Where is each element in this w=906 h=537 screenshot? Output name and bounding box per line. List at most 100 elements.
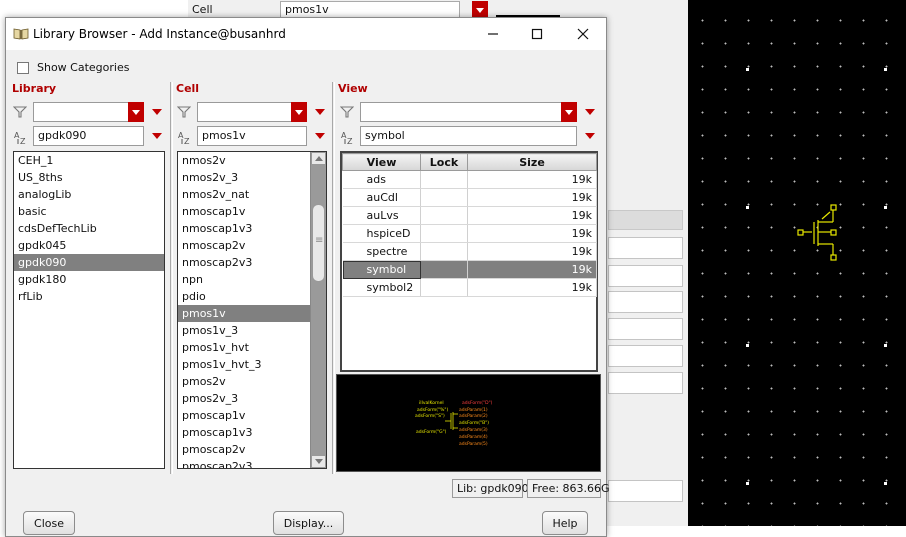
grid-major-dot	[746, 482, 749, 485]
cell-list-item[interactable]: nmoscap1v3	[178, 220, 311, 237]
library-list-item[interactable]: rfLib	[14, 288, 164, 305]
view-filter-combo[interactable]	[360, 102, 577, 122]
library-list-item[interactable]: gpdk180	[14, 271, 164, 288]
cell-list-container[interactable]: nmos2v nmos2v_3 nmos2v_nat nmoscap1v nmoscap…	[177, 151, 327, 469]
cell-list[interactable]: nmos2v nmos2v_3 nmos2v_nat nmoscap1v nmoscap…	[178, 152, 311, 468]
cell-label: Cell	[192, 3, 213, 16]
view-table-row[interactable]: ads 19k	[342, 170, 597, 189]
view-name-field[interactable]: symbol	[360, 126, 577, 146]
library-list-item[interactable]: analogLib	[14, 186, 164, 203]
view-table-row[interactable]: spectre 19k	[342, 242, 597, 261]
cell-name-menu-arrow[interactable]	[315, 133, 325, 139]
minimize-button[interactable]	[482, 24, 504, 44]
form-header-strip	[608, 210, 683, 230]
sort-icon: A Z	[14, 131, 26, 145]
column-separator	[170, 82, 173, 474]
cell-list-item[interactable]: pmos2v_3	[178, 390, 311, 407]
cell-list-item[interactable]: pdio	[178, 288, 311, 305]
form-field[interactable]	[608, 237, 683, 259]
show-categories-row[interactable]: Show Categories	[17, 61, 129, 74]
form-field[interactable]	[608, 345, 683, 367]
cell-filter-dropdown-button[interactable]	[291, 102, 307, 122]
cell-list-item[interactable]: pmos1v_hvt	[178, 339, 311, 356]
filter-icon	[177, 106, 191, 118]
cell-filter-combo[interactable]	[197, 102, 307, 122]
cell-list-item[interactable]: nmos2v_3	[178, 169, 311, 186]
preview-symbol-drawing: iIlvalKornel adsForm("%") adsForm("S") a…	[415, 400, 493, 447]
cell-list-item[interactable]: pmos2v	[178, 373, 311, 390]
maximize-button[interactable]	[526, 24, 548, 44]
close-window-button[interactable]	[572, 24, 594, 44]
cell-filter-menu-arrow[interactable]	[315, 109, 325, 115]
form-field[interactable]	[608, 291, 683, 313]
cell-list-item[interactable]: npn	[178, 271, 311, 288]
library-filter-menu-arrow[interactable]	[152, 109, 162, 115]
library-filter-combo[interactable]	[33, 102, 144, 122]
cell-name-field[interactable]: pmos1v	[197, 126, 307, 146]
cell-list-item[interactable]: pmos1v_hvt_3	[178, 356, 311, 373]
library-list-item[interactable]: gpdk090	[14, 254, 164, 271]
view-table-row[interactable]: auCdl 19k	[342, 188, 597, 207]
close-icon	[577, 28, 589, 40]
library-list-item[interactable]: basic	[14, 203, 164, 220]
library-list-item[interactable]: gpdk045	[14, 237, 164, 254]
cell-list-item[interactable]: pmoscap2v3	[178, 458, 311, 468]
help-button[interactable]: Help	[542, 511, 588, 535]
form-field[interactable]	[608, 372, 683, 394]
cell-list-item[interactable]: pmoscap1v3	[178, 424, 311, 441]
preview-text: adsParam(4)	[459, 434, 488, 440]
column-header-view[interactable]: View	[342, 153, 421, 171]
view-table[interactable]: View Lock Size ads 19k auCdl 19k auLvs 19k hsp…	[340, 151, 598, 372]
form-field[interactable]	[608, 480, 683, 502]
column-header-lock[interactable]: Lock	[420, 153, 468, 171]
view-section-label: View	[338, 82, 368, 95]
view-filter-dropdown-button[interactable]	[561, 102, 577, 122]
pmos-instance-symbol[interactable]	[792, 200, 848, 266]
view-table-row[interactable]: auLvs 19k	[342, 206, 597, 225]
display-button[interactable]: Display...	[273, 511, 344, 535]
scroll-up-button[interactable]	[311, 152, 326, 165]
cell-list-item[interactable]: pmos1v	[178, 305, 311, 322]
view-name-cell: ads	[342, 170, 421, 189]
library-name-menu-arrow[interactable]	[152, 133, 162, 139]
view-table-body: ads 19k auCdl 19k auLvs 19k hspiceD 19k spectre 1…	[342, 170, 597, 297]
view-filter-menu-arrow[interactable]	[585, 109, 595, 115]
schematic-canvas[interactable]	[688, 0, 906, 526]
library-list[interactable]: CEH_1 US_8ths analogLib basic cdsDefTechLib g…	[13, 151, 165, 469]
view-lock-cell	[420, 242, 468, 261]
cell-list-item[interactable]: pmoscap2v	[178, 441, 311, 458]
cell-list-item[interactable]: pmoscap1v	[178, 407, 311, 424]
view-table-row[interactable]: hspiceD 19k	[342, 224, 597, 243]
form-field[interactable]	[608, 265, 683, 287]
form-field[interactable]	[608, 318, 683, 340]
library-section-label: Library	[12, 82, 57, 95]
library-filter-dropdown-button[interactable]	[128, 102, 144, 122]
cell-list-item[interactable]: nmos2v_nat	[178, 186, 311, 203]
close-button[interactable]: Close	[23, 511, 75, 535]
column-header-size[interactable]: Size	[467, 153, 597, 171]
minimize-icon	[488, 33, 498, 35]
library-list-item[interactable]: cdsDefTechLib	[14, 220, 164, 237]
view-size-cell: 19k	[467, 260, 597, 279]
cell-list-item[interactable]: pmos1v_3	[178, 322, 311, 339]
view-table-row[interactable]: symbol 19k	[342, 260, 597, 279]
cell-list-item[interactable]: nmoscap2v	[178, 237, 311, 254]
show-categories-checkbox[interactable]	[17, 61, 29, 74]
cell-list-item[interactable]: nmos2v	[178, 152, 311, 169]
library-list-item[interactable]: US_8ths	[14, 169, 164, 186]
cell-list-scrollbar[interactable]	[310, 152, 326, 468]
title-bar[interactable]: Library Browser - Add Instance@busanhrd	[6, 18, 606, 50]
symbol-preview: iIlvalKornel adsForm("%") adsForm("S") a…	[336, 374, 601, 472]
scroll-down-button[interactable]	[311, 455, 326, 468]
cell-list-item[interactable]: nmoscap1v	[178, 203, 311, 220]
cell-list-item[interactable]: nmoscap2v3	[178, 254, 311, 271]
view-name-menu-arrow[interactable]	[585, 133, 595, 139]
view-table-row[interactable]: symbol2 19k	[342, 278, 597, 297]
view-size-cell: 19k	[467, 170, 597, 189]
view-lock-cell	[420, 260, 468, 279]
scroll-thumb[interactable]	[312, 204, 325, 282]
sort-icon: A Z	[341, 131, 353, 145]
view-name-cell: auCdl	[342, 188, 421, 207]
library-name-field[interactable]: gpdk090	[33, 126, 144, 146]
library-list-item[interactable]: CEH_1	[14, 152, 164, 169]
